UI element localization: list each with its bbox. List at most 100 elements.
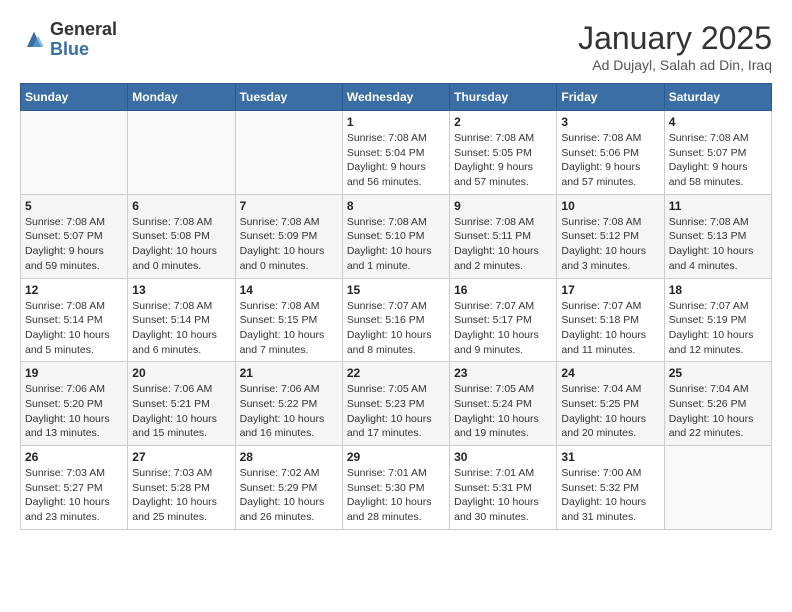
day-info: Sunrise: 7:05 AM Sunset: 5:23 PM Dayligh…	[347, 382, 445, 441]
week-row-1: 1 Sunrise: 7:08 AM Sunset: 5:04 PM Daylig…	[21, 111, 772, 195]
day-info: Sunrise: 7:06 AM Sunset: 5:21 PM Dayligh…	[132, 382, 230, 441]
calendar-cell: 15 Sunrise: 7:07 AM Sunset: 5:16 PM Dayli…	[342, 278, 449, 362]
calendar-subtitle: Ad Dujayl, Salah ad Din, Iraq	[578, 57, 772, 73]
calendar-title: January 2025	[578, 20, 772, 57]
day-info: Sunrise: 7:08 AM Sunset: 5:07 PM Dayligh…	[669, 131, 767, 190]
day-number: 1	[347, 115, 445, 129]
day-number: 9	[454, 199, 552, 213]
week-row-5: 26Sunrise: 7:03 AM Sunset: 5:27 PM Dayli…	[21, 446, 772, 530]
day-info: Sunrise: 7:08 AM Sunset: 5:14 PM Dayligh…	[132, 299, 230, 358]
calendar-cell: 16 Sunrise: 7:07 AM Sunset: 5:17 PM Dayli…	[450, 278, 557, 362]
logo-general: General	[50, 20, 117, 40]
day-info: Sunrise: 7:08 AM Sunset: 5:11 PM Dayligh…	[454, 215, 552, 274]
calendar-cell: 26Sunrise: 7:03 AM Sunset: 5:27 PM Dayli…	[21, 446, 128, 530]
calendar-table: SundayMondayTuesdayWednesdayThursdayFrid…	[20, 83, 772, 530]
day-number: 18	[669, 283, 767, 297]
day-number: 26	[25, 450, 123, 464]
calendar-cell: 20Sunrise: 7:06 AM Sunset: 5:21 PM Dayli…	[128, 362, 235, 446]
logo-blue: Blue	[50, 40, 117, 60]
calendar-cell: 8 Sunrise: 7:08 AM Sunset: 5:10 PM Daylig…	[342, 194, 449, 278]
calendar-cell: 24 Sunrise: 7:04 AM Sunset: 5:25 PM Dayli…	[557, 362, 664, 446]
day-info: Sunrise: 7:08 AM Sunset: 5:13 PM Dayligh…	[669, 215, 767, 274]
weekday-friday: Friday	[557, 84, 664, 111]
day-info: Sunrise: 7:07 AM Sunset: 5:18 PM Dayligh…	[561, 299, 659, 358]
page-header: General Blue January 2025 Ad Dujayl, Sal…	[20, 20, 772, 73]
calendar-body: 1 Sunrise: 7:08 AM Sunset: 5:04 PM Daylig…	[21, 111, 772, 530]
day-number: 31	[561, 450, 659, 464]
day-number: 22	[347, 366, 445, 380]
calendar-cell: 4 Sunrise: 7:08 AM Sunset: 5:07 PM Daylig…	[664, 111, 771, 195]
calendar-cell: 21Sunrise: 7:06 AM Sunset: 5:22 PM Dayli…	[235, 362, 342, 446]
day-info: Sunrise: 7:06 AM Sunset: 5:22 PM Dayligh…	[240, 382, 338, 441]
day-info: Sunrise: 7:08 AM Sunset: 5:10 PM Dayligh…	[347, 215, 445, 274]
day-number: 4	[669, 115, 767, 129]
logo: General Blue	[20, 20, 117, 60]
day-number: 3	[561, 115, 659, 129]
weekday-header-row: SundayMondayTuesdayWednesdayThursdayFrid…	[21, 84, 772, 111]
calendar-cell: 11Sunrise: 7:08 AM Sunset: 5:13 PM Dayli…	[664, 194, 771, 278]
calendar-cell: 23 Sunrise: 7:05 AM Sunset: 5:24 PM Dayli…	[450, 362, 557, 446]
day-info: Sunrise: 7:08 AM Sunset: 5:14 PM Dayligh…	[25, 299, 123, 358]
week-row-4: 19 Sunrise: 7:06 AM Sunset: 5:20 PM Dayli…	[21, 362, 772, 446]
calendar-cell: 6Sunrise: 7:08 AM Sunset: 5:08 PM Daylig…	[128, 194, 235, 278]
day-number: 12	[25, 283, 123, 297]
day-info: Sunrise: 7:06 AM Sunset: 5:20 PM Dayligh…	[25, 382, 123, 441]
logo-icon	[20, 26, 48, 54]
day-info: Sunrise: 7:03 AM Sunset: 5:28 PM Dayligh…	[132, 466, 230, 525]
calendar-header: SundayMondayTuesdayWednesdayThursdayFrid…	[21, 84, 772, 111]
day-info: Sunrise: 7:08 AM Sunset: 5:12 PM Dayligh…	[561, 215, 659, 274]
day-info: Sunrise: 7:08 AM Sunset: 5:06 PM Dayligh…	[561, 131, 659, 190]
weekday-tuesday: Tuesday	[235, 84, 342, 111]
day-info: Sunrise: 7:01 AM Sunset: 5:31 PM Dayligh…	[454, 466, 552, 525]
day-number: 2	[454, 115, 552, 129]
day-number: 8	[347, 199, 445, 213]
calendar-cell: 3 Sunrise: 7:08 AM Sunset: 5:06 PM Daylig…	[557, 111, 664, 195]
day-info: Sunrise: 7:02 AM Sunset: 5:29 PM Dayligh…	[240, 466, 338, 525]
day-number: 24	[561, 366, 659, 380]
weekday-thursday: Thursday	[450, 84, 557, 111]
day-info: Sunrise: 7:00 AM Sunset: 5:32 PM Dayligh…	[561, 466, 659, 525]
day-number: 23	[454, 366, 552, 380]
calendar-cell: 5Sunrise: 7:08 AM Sunset: 5:07 PM Daylig…	[21, 194, 128, 278]
day-number: 17	[561, 283, 659, 297]
calendar-cell: 18 Sunrise: 7:07 AM Sunset: 5:19 PM Dayli…	[664, 278, 771, 362]
calendar-cell: 12 Sunrise: 7:08 AM Sunset: 5:14 PM Dayli…	[21, 278, 128, 362]
day-info: Sunrise: 7:07 AM Sunset: 5:17 PM Dayligh…	[454, 299, 552, 358]
day-info: Sunrise: 7:04 AM Sunset: 5:26 PM Dayligh…	[669, 382, 767, 441]
calendar-cell: 27Sunrise: 7:03 AM Sunset: 5:28 PM Dayli…	[128, 446, 235, 530]
day-number: 16	[454, 283, 552, 297]
calendar-cell: 31 Sunrise: 7:00 AM Sunset: 5:32 PM Dayli…	[557, 446, 664, 530]
day-info: Sunrise: 7:07 AM Sunset: 5:19 PM Dayligh…	[669, 299, 767, 358]
day-number: 15	[347, 283, 445, 297]
weekday-monday: Monday	[128, 84, 235, 111]
title-block: January 2025 Ad Dujayl, Salah ad Din, Ir…	[578, 20, 772, 73]
day-info: Sunrise: 7:01 AM Sunset: 5:30 PM Dayligh…	[347, 466, 445, 525]
week-row-2: 5Sunrise: 7:08 AM Sunset: 5:07 PM Daylig…	[21, 194, 772, 278]
day-info: Sunrise: 7:08 AM Sunset: 5:04 PM Dayligh…	[347, 131, 445, 190]
day-number: 19	[25, 366, 123, 380]
logo-text: General Blue	[50, 20, 117, 60]
weekday-wednesday: Wednesday	[342, 84, 449, 111]
day-number: 25	[669, 366, 767, 380]
day-number: 28	[240, 450, 338, 464]
day-number: 29	[347, 450, 445, 464]
day-number: 10	[561, 199, 659, 213]
calendar-cell: 2Sunrise: 7:08 AM Sunset: 5:05 PM Daylig…	[450, 111, 557, 195]
day-number: 14	[240, 283, 338, 297]
calendar-cell: 9 Sunrise: 7:08 AM Sunset: 5:11 PM Daylig…	[450, 194, 557, 278]
calendar-cell: 25 Sunrise: 7:04 AM Sunset: 5:26 PM Dayli…	[664, 362, 771, 446]
week-row-3: 12 Sunrise: 7:08 AM Sunset: 5:14 PM Dayli…	[21, 278, 772, 362]
day-info: Sunrise: 7:05 AM Sunset: 5:24 PM Dayligh…	[454, 382, 552, 441]
day-number: 6	[132, 199, 230, 213]
day-info: Sunrise: 7:08 AM Sunset: 5:07 PM Dayligh…	[25, 215, 123, 274]
calendar-cell: 19 Sunrise: 7:06 AM Sunset: 5:20 PM Dayli…	[21, 362, 128, 446]
day-info: Sunrise: 7:04 AM Sunset: 5:25 PM Dayligh…	[561, 382, 659, 441]
weekday-sunday: Sunday	[21, 84, 128, 111]
day-number: 30	[454, 450, 552, 464]
calendar-cell: 29 Sunrise: 7:01 AM Sunset: 5:30 PM Dayli…	[342, 446, 449, 530]
day-info: Sunrise: 7:07 AM Sunset: 5:16 PM Dayligh…	[347, 299, 445, 358]
calendar-cell	[664, 446, 771, 530]
day-info: Sunrise: 7:08 AM Sunset: 5:15 PM Dayligh…	[240, 299, 338, 358]
calendar-cell: 14 Sunrise: 7:08 AM Sunset: 5:15 PM Dayli…	[235, 278, 342, 362]
calendar-cell	[235, 111, 342, 195]
